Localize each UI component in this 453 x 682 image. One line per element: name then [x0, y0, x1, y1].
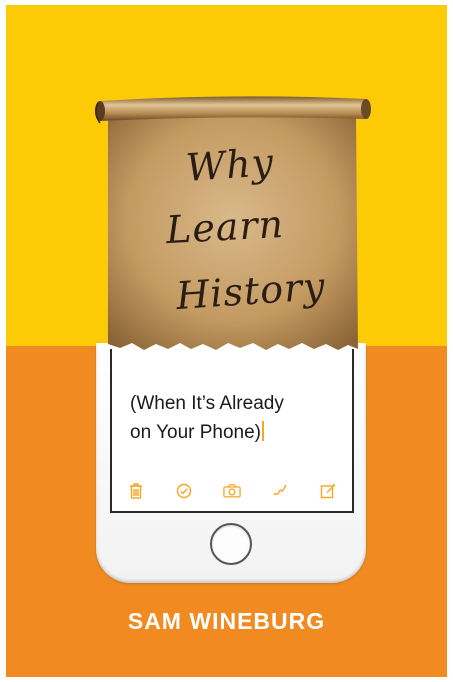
- text-cursor: [262, 421, 265, 441]
- sketch-icon[interactable]: [271, 482, 289, 500]
- subtitle-line-1: (When It’s Already: [130, 393, 284, 414]
- book-cover: (When It’s Already on Your Phone) Why Le…: [6, 5, 447, 677]
- subtitle-line-2: on Your Phone): [130, 422, 262, 443]
- parchment-scroll: Why Learn History: [90, 91, 372, 353]
- title-line-1: Why: [184, 139, 276, 191]
- compose-icon[interactable]: [319, 482, 337, 500]
- phone-screen: (When It’s Already on Your Phone): [110, 349, 354, 513]
- camera-icon[interactable]: [223, 482, 241, 500]
- checkmark-icon[interactable]: [175, 482, 193, 500]
- subtitle: (When It’s Already on Your Phone): [130, 389, 340, 447]
- notes-toolbar: [112, 481, 352, 501]
- trash-icon[interactable]: [127, 482, 145, 500]
- author-name: SAM WINEBURG: [127, 608, 326, 634]
- home-button[interactable]: [210, 523, 252, 565]
- title-line-2: Learn: [164, 201, 286, 253]
- phone-illustration: (When It’s Already on Your Phone): [96, 343, 366, 583]
